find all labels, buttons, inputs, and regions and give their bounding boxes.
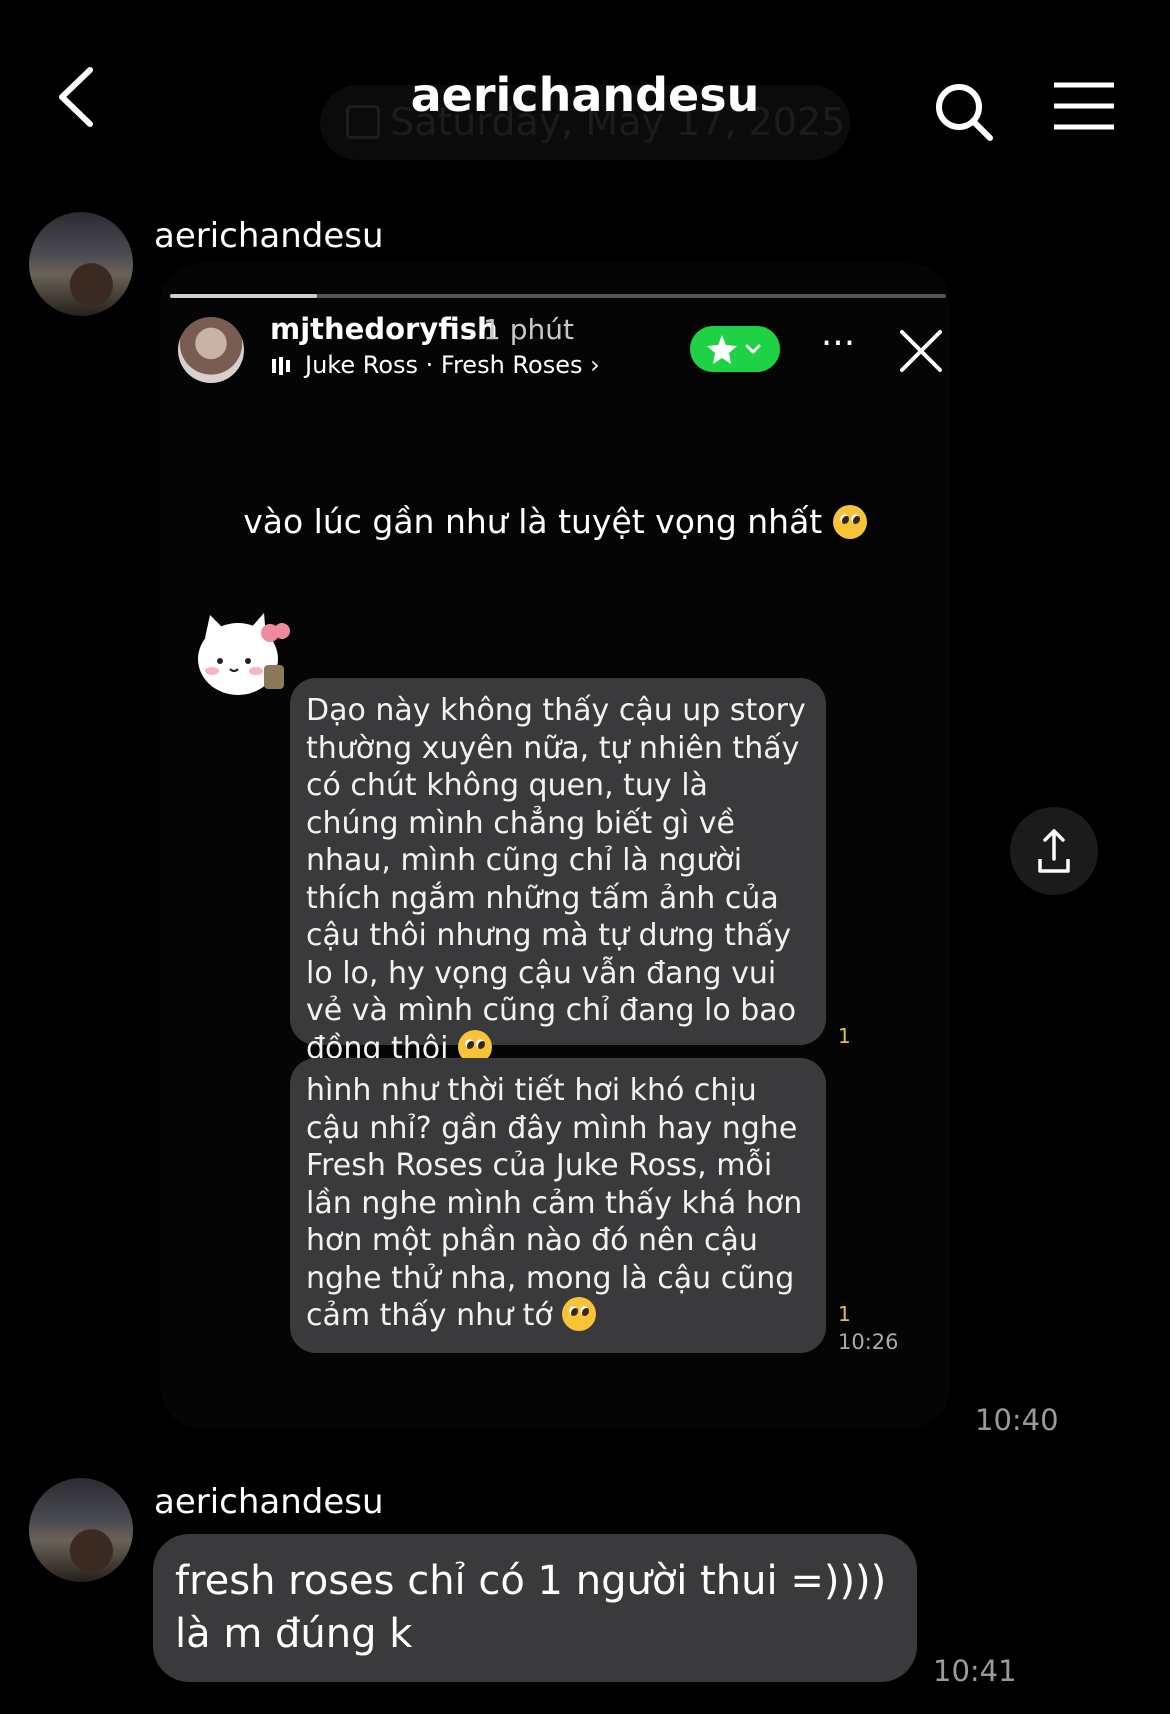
story-author-name[interactable]: mjthedoryfish	[270, 312, 498, 346]
inner-message-text: Dạo này không thấy cậu up story thường x…	[306, 693, 806, 1066]
menu-icon	[1054, 82, 1114, 130]
message-text: fresh roses chỉ có 1 người thui =)))) là…	[175, 1558, 887, 1657]
sender-name: aerichandesu	[154, 216, 384, 256]
read-count: 1	[838, 1024, 851, 1048]
message-timestamp: 10:41	[933, 1654, 1017, 1688]
more-icon: ···	[820, 323, 856, 364]
story-time-ago: 1 phút	[483, 313, 574, 346]
close-icon	[900, 330, 942, 372]
message-timestamp: 10:40	[975, 1403, 1059, 1437]
share-button[interactable]	[1010, 807, 1098, 895]
read-count: 1	[838, 1302, 851, 1326]
story-music-label: Juke Ross · Fresh Roses ›	[305, 351, 600, 379]
menu-button[interactable]	[1052, 80, 1116, 132]
story-progress-bar	[170, 294, 946, 298]
avatar[interactable]	[29, 1478, 133, 1582]
inner-message-bubble: hình như thời tiết hơi khó chịu cậu nhỉ?…	[290, 1058, 826, 1353]
search-icon	[936, 84, 993, 141]
story-caption-text: vào lúc gần như là tuyệt vọng nhất	[243, 502, 823, 541]
pleading-face-emoji	[562, 1297, 597, 1331]
inner-message-time: 10:26	[838, 1330, 899, 1354]
pleading-face-emoji	[832, 505, 867, 539]
story-author-avatar[interactable]	[178, 317, 244, 383]
close-friends-button[interactable]	[690, 326, 780, 372]
sender-name: aerichandesu	[154, 1482, 384, 1522]
share-icon	[1038, 829, 1070, 873]
top-bar: Saturday, May 17, 2025 aerichandesu	[0, 0, 1170, 200]
cat-sticker	[190, 603, 295, 708]
story-music[interactable]: Juke Ross · Fresh Roses ›	[272, 351, 600, 379]
search-button[interactable]	[930, 78, 1000, 148]
inner-message-bubble: Dạo này không thấy cậu up story thường x…	[290, 678, 826, 1066]
inner-message-text: hình như thời tiết hơi khó chịu cậu nhỉ?…	[306, 1073, 803, 1333]
story-progress-fill	[170, 294, 318, 298]
star-icon	[707, 335, 761, 364]
message-bubble[interactable]: fresh roses chỉ có 1 người thui =)))) là…	[153, 1534, 917, 1682]
story-more-button[interactable]: ···	[818, 326, 858, 370]
story-caption: vào lúc gần như là tuyệt vọng nhất	[160, 502, 950, 541]
music-bars-icon	[272, 351, 293, 379]
avatar[interactable]	[29, 212, 133, 316]
story-close-button[interactable]	[896, 326, 946, 376]
